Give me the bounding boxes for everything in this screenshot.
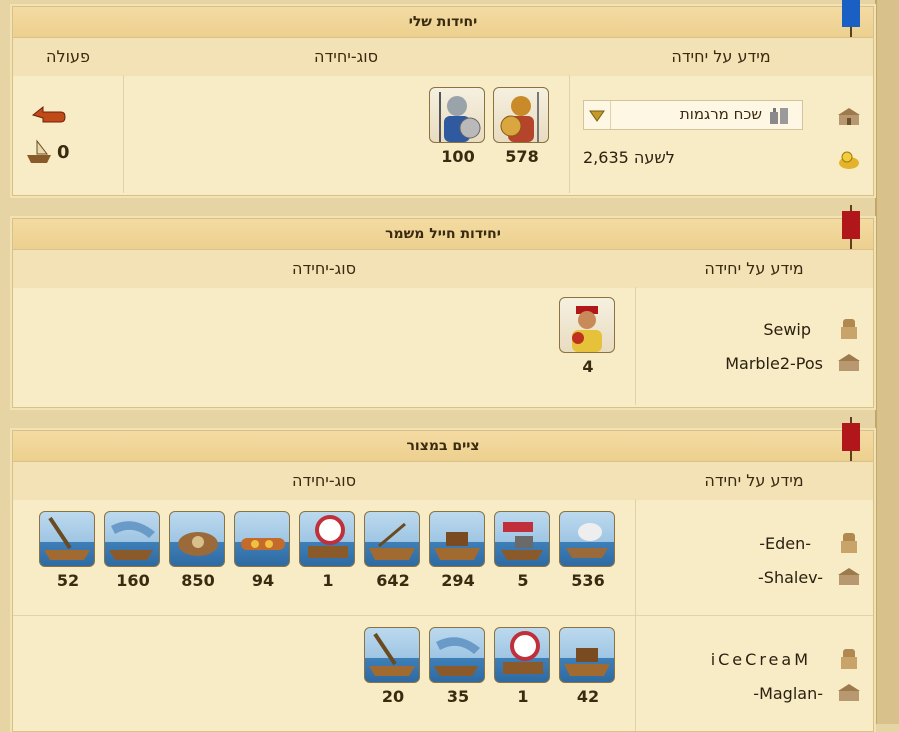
unit-count: 642 xyxy=(376,571,410,590)
unit-cell[interactable]: 160 xyxy=(104,511,162,590)
unit-cell[interactable]: 536 xyxy=(559,511,617,590)
unit-cell[interactable]: 4 xyxy=(559,297,617,376)
diving-boat-icon xyxy=(169,511,225,567)
ship-icon xyxy=(25,139,53,165)
header-type: סוג-יחידה xyxy=(123,38,569,76)
rocket-ship-icon xyxy=(429,627,485,683)
ballista-ship-icon xyxy=(429,511,485,567)
slinger-icon xyxy=(559,297,615,353)
unit-count: 35 xyxy=(446,687,470,706)
column-divider xyxy=(635,287,636,405)
panel-title: יחידות שלי xyxy=(13,7,873,38)
action-count: 0 xyxy=(57,142,70,163)
unit-row: 536 5 294 642 1 94 850 160 52 xyxy=(13,511,635,611)
guard-units-panel: יחידות חייל משמר מידע על יחידה סוג-יחידה… xyxy=(12,205,874,408)
unit-count: 536 xyxy=(571,571,605,590)
hoplite-steel-helmet-icon xyxy=(429,87,485,143)
town-small-icon xyxy=(770,106,792,124)
unit-count: 1 xyxy=(517,687,529,706)
balloon-carrier-icon xyxy=(494,627,550,683)
unit-cell[interactable]: 1 xyxy=(494,627,552,706)
my-units-panel: יחידות שלי מידע על יחידה סוג-יחידה פעולה… xyxy=(12,0,874,196)
town-icon xyxy=(837,105,861,127)
blockade-panel: ציים במצור מידע על יחידה סוג-יחידה -Eden… xyxy=(12,417,874,732)
unit-cell[interactable]: 42 xyxy=(559,627,617,706)
unit-row: 42 1 35 20 xyxy=(13,627,635,727)
paddle-speedboat-icon xyxy=(234,511,290,567)
player-name[interactable]: -Eden- xyxy=(759,534,811,553)
ballista-ship-icon xyxy=(559,627,615,683)
mortar-ship-icon xyxy=(494,511,550,567)
column-divider xyxy=(123,75,124,193)
fire-ship-icon xyxy=(39,511,95,567)
unit-cell[interactable]: 52 xyxy=(39,511,97,590)
catapult-ship-icon xyxy=(364,511,420,567)
column-divider xyxy=(569,75,570,193)
steam-ram-ship-icon xyxy=(559,511,615,567)
player-icon xyxy=(837,531,861,553)
header-info: מידע על יחידה xyxy=(635,250,873,288)
unit-count: 160 xyxy=(116,571,150,590)
player-icon xyxy=(837,317,861,339)
red-flag-icon xyxy=(842,417,860,461)
unit-count: 850 xyxy=(181,571,215,590)
town-name[interactable]: Marble2-Pos xyxy=(725,354,823,373)
unit-cell[interactable]: 35 xyxy=(429,627,487,706)
player-icon xyxy=(837,647,861,669)
unit-count: 20 xyxy=(381,687,405,706)
unit-count: 578 xyxy=(505,147,539,166)
header-type: סוג-יחידה xyxy=(13,250,635,288)
hoplite-bronze-helmet-icon xyxy=(493,87,549,143)
town-icon xyxy=(837,565,861,587)
unit-count: 42 xyxy=(576,687,600,706)
header-info: מידע על יחידה xyxy=(569,38,873,76)
unit-count: 94 xyxy=(251,571,275,590)
header-info: מידע על יחידה xyxy=(635,462,873,500)
town-icon xyxy=(837,681,861,703)
town-name[interactable]: -Shalev- xyxy=(758,568,823,587)
unit-count: 100 xyxy=(441,147,475,166)
dropdown-arrow-icon xyxy=(584,101,611,129)
rocket-ship-icon xyxy=(104,511,160,567)
unit-count: 4 xyxy=(582,357,594,376)
header-type: סוג-יחידה xyxy=(13,462,635,500)
fire-ship-icon xyxy=(364,627,420,683)
right-scroll-rail xyxy=(875,0,899,724)
balloon-carrier-icon xyxy=(299,511,355,567)
row-divider xyxy=(13,615,873,616)
return-arrow-icon[interactable] xyxy=(27,103,67,127)
unit-cell[interactable]: 100 xyxy=(429,87,487,166)
player-name[interactable]: Sewip xyxy=(763,320,811,339)
unit-count: 294 xyxy=(441,571,475,590)
unit-cell[interactable]: 1 xyxy=(299,511,357,590)
income-text: 2,635 לשעה xyxy=(583,148,675,167)
unit-cell[interactable]: 5 xyxy=(494,511,552,590)
unit-cell[interactable]: 642 xyxy=(364,511,422,590)
town-icon xyxy=(837,351,861,373)
unit-cell[interactable]: 20 xyxy=(364,627,422,706)
panel-title: ציים במצור xyxy=(13,431,873,462)
gold-icon xyxy=(837,149,861,171)
player-name[interactable]: iCeCreaM xyxy=(711,650,811,669)
unit-count: 1 xyxy=(322,571,334,590)
unit-count: 52 xyxy=(56,571,80,590)
unit-cell[interactable]: 578 xyxy=(493,87,551,166)
location-select[interactable]: שכח מרגמות xyxy=(583,100,803,130)
unit-cell[interactable]: 94 xyxy=(234,511,292,590)
unit-count: 5 xyxy=(517,571,529,590)
panel-title: יחידות חייל משמר xyxy=(13,219,873,250)
unit-cell[interactable]: 850 xyxy=(169,511,227,590)
blue-flag-icon xyxy=(842,0,860,37)
red-flag-icon xyxy=(842,205,860,249)
select-value: שכח מרגמות xyxy=(679,105,762,123)
town-name[interactable]: -Maglan- xyxy=(753,684,823,703)
unit-cell[interactable]: 294 xyxy=(429,511,487,590)
header-action: פעולה xyxy=(13,38,123,76)
